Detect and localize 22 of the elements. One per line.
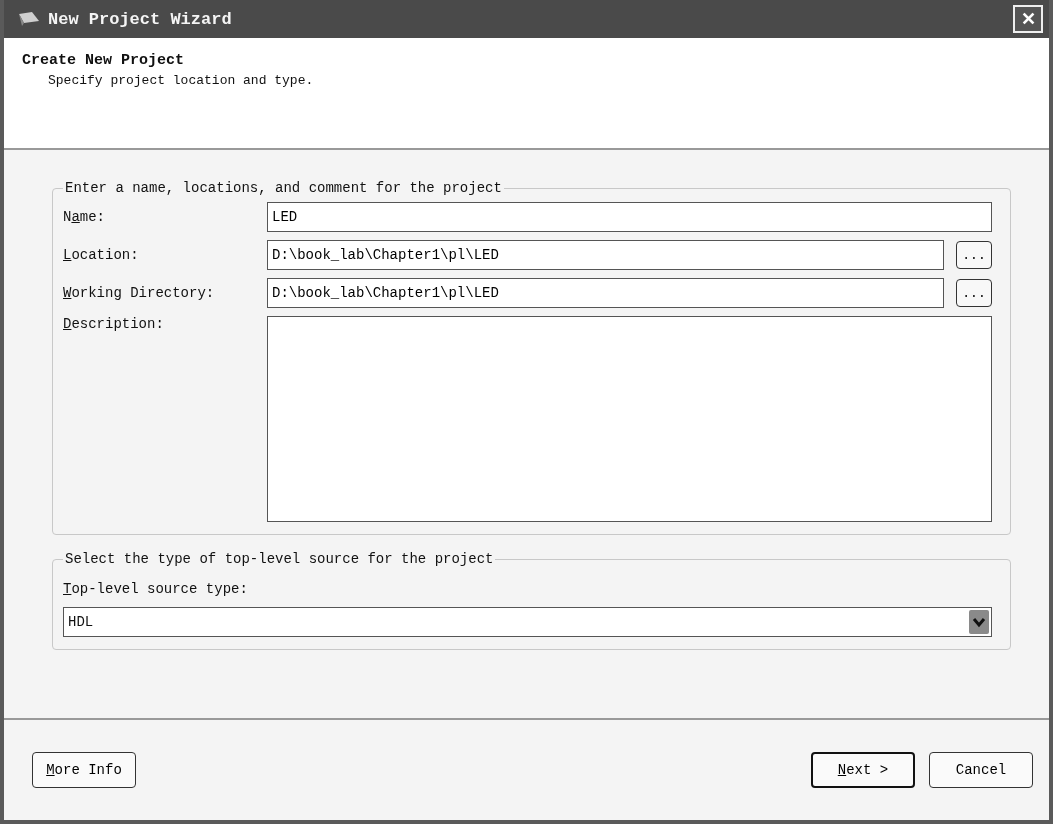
field-label: Working Directory: [63,285,216,301]
browse-button[interactable]: ... [956,279,992,307]
name-field[interactable]: LED [267,202,992,232]
dialog-button[interactable]: Cancel [929,752,1033,788]
field-label: Name: [63,209,107,225]
dialog-button[interactable]: Next > [811,752,915,788]
source-type-dropdown[interactable]: HDL [63,607,992,637]
browse-button[interactable]: ... [956,241,992,269]
close-button[interactable]: ✕ [1013,5,1043,33]
page-subtitle: Specify project location and type. [47,73,315,88]
group-legend: Select the type of top-level source for the project [63,551,496,567]
page-title: Create New Project [22,52,186,69]
field-label: Location: [63,247,140,263]
wizard-icon [18,11,40,27]
window-title: New Project Wizard [48,9,233,29]
group-legend: Enter a name, locations, and comment for the project [63,180,504,196]
path-field[interactable]: D:\book_lab\Chapter1\pl\LED [267,278,944,308]
field-label: Description: [63,316,165,332]
dialog-button[interactable]: More Info [32,752,136,788]
path-field[interactable]: D:\book_lab\Chapter1\pl\LED [267,240,944,270]
description-field[interactable] [267,316,992,522]
field-label: Top-level source type: [63,580,249,599]
